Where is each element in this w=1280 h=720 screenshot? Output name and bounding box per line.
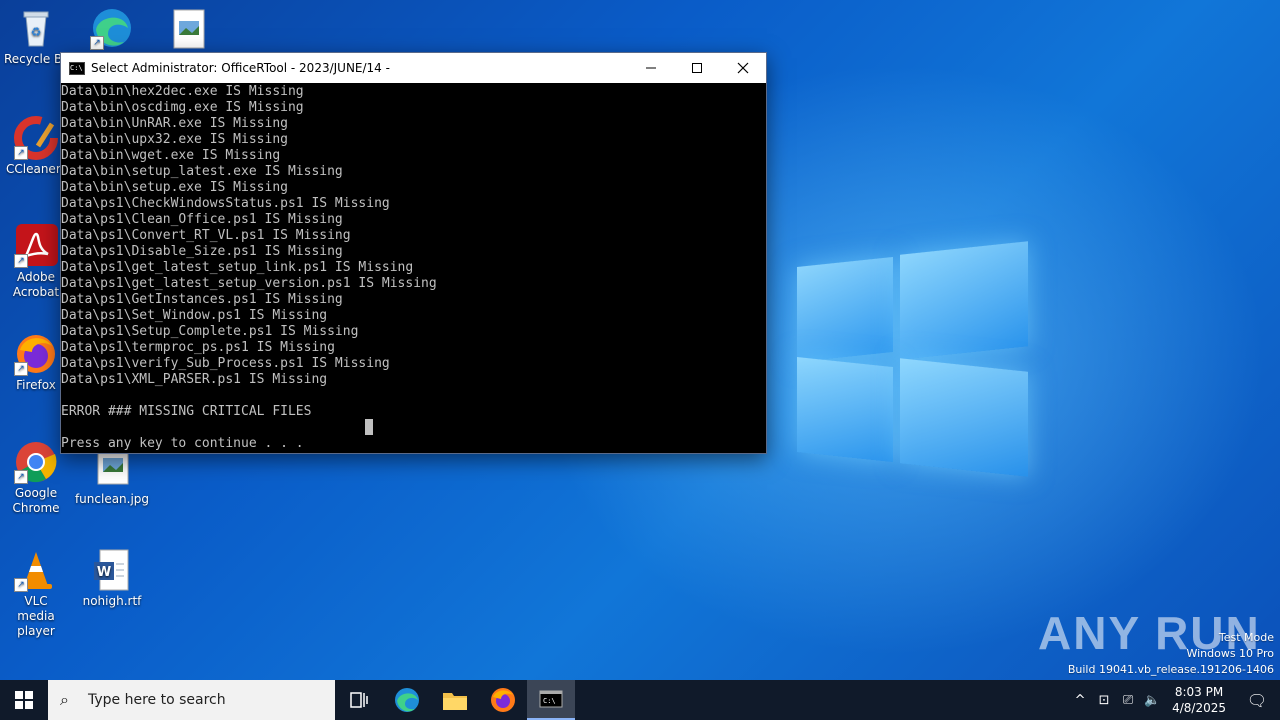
text-cursor xyxy=(365,419,373,435)
desktop-icon-label: funclean.jpg xyxy=(74,492,150,506)
console-line: Press any key to continue . . . xyxy=(61,436,304,451)
console-window[interactable]: C:\ Select Administrator: OfficeRTool - … xyxy=(60,52,767,454)
console-line: Data\bin\UnRAR.exe IS Missing xyxy=(61,116,288,131)
console-icon: C:\ xyxy=(539,690,563,708)
console-line: Data\ps1\termproc_ps.ps1 IS Missing xyxy=(61,340,335,355)
maximize-button[interactable] xyxy=(674,53,720,83)
system-watermark: Test Mode Windows 10 Pro Build 19041.vb_… xyxy=(1068,630,1274,678)
console-line: Data\bin\setup_latest.exe IS Missing xyxy=(61,164,343,179)
console-line: Data\ps1\CheckWindowsStatus.ps1 IS Missi… xyxy=(61,196,390,211)
firefox-icon: ↗ xyxy=(14,332,58,376)
console-line: Data\bin\hex2dec.exe IS Missing xyxy=(61,84,304,99)
chrome-icon: ↗ xyxy=(14,440,58,484)
window-titlebar[interactable]: C:\ Select Administrator: OfficeRTool - … xyxy=(61,53,766,83)
edge-icon xyxy=(395,688,419,712)
desktop-icon-nohigh-rtf[interactable]: W nohigh.rtf xyxy=(74,548,150,609)
console-line: Data\ps1\get_latest_setup_version.ps1 IS… xyxy=(61,276,437,291)
task-view-button[interactable] xyxy=(335,680,383,720)
taskbar-firefox-button[interactable] xyxy=(479,680,527,720)
console-output[interactable]: Data\bin\hex2dec.exe IS Missing Data\bin\… xyxy=(61,83,766,452)
shortcut-arrow-icon: ↗ xyxy=(14,470,28,484)
desktop-icon-label: Adobe Acrobat xyxy=(12,270,60,299)
desktop-icon-label: nohigh.rtf xyxy=(82,594,142,608)
close-button[interactable] xyxy=(720,53,766,83)
console-line: Data\ps1\Convert_RT_VL.ps1 IS Missing xyxy=(61,228,351,243)
console-line: Data\ps1\Disable_Size.ps1 IS Missing xyxy=(61,244,343,259)
desktop-icon-image-file[interactable] xyxy=(150,6,226,52)
recycle-bin-icon: ♻ xyxy=(14,6,58,50)
ccleaner-icon: ↗ xyxy=(14,116,58,160)
watermark-build: Build 19041.vb_release.191206-1406 xyxy=(1067,663,1274,676)
minimize-button[interactable] xyxy=(628,53,674,83)
network-icon[interactable]: ⎚ xyxy=(1116,693,1140,708)
desktop-icon-label: CCleaner xyxy=(6,162,61,176)
console-line: Data\bin\oscdimg.exe IS Missing xyxy=(61,100,304,115)
minimize-icon xyxy=(646,67,656,69)
device-icon[interactable]: ⊡ xyxy=(1092,693,1116,708)
clock[interactable]: 8:03 PM 4/8/2025 xyxy=(1164,684,1234,716)
watermark-edition: Windows 10 Pro xyxy=(1186,647,1274,660)
console-line: Data\bin\setup.exe IS Missing xyxy=(61,180,288,195)
edge-icon: ↗ xyxy=(90,6,134,50)
volume-icon[interactable]: 🔈 xyxy=(1140,693,1164,708)
start-button[interactable] xyxy=(0,680,48,720)
desktop-icon-edge[interactable]: ↗ xyxy=(74,6,150,52)
shortcut-arrow-icon: ↗ xyxy=(14,146,28,160)
console-line: Data\bin\upx32.exe IS Missing xyxy=(61,132,288,147)
taskbar-console-button[interactable]: C:\ xyxy=(527,680,575,720)
taskbar-search-box[interactable]: ⌕ Type here to search xyxy=(48,680,335,720)
shortcut-arrow-icon: ↗ xyxy=(14,362,28,376)
shortcut-arrow-icon: ↗ xyxy=(14,254,28,268)
word-document-icon: W xyxy=(90,548,134,592)
console-line: Data\ps1\get_latest_setup_link.ps1 IS Mi… xyxy=(61,260,414,275)
clock-date: 4/8/2025 xyxy=(1172,701,1226,715)
svg-text:C:\: C:\ xyxy=(543,697,556,705)
shortcut-arrow-icon: ↗ xyxy=(14,578,28,592)
watermark-test-mode: Test Mode xyxy=(1218,631,1274,644)
maximize-icon xyxy=(692,63,702,73)
console-line: Data\ps1\verify_Sub_Process.ps1 IS Missi… xyxy=(61,356,390,371)
windows-logo-wallpaper xyxy=(795,240,1030,480)
svg-text:♻: ♻ xyxy=(31,25,42,39)
console-line: Data\ps1\GetInstances.ps1 IS Missing xyxy=(61,292,343,307)
windows-start-icon xyxy=(15,691,33,709)
vlc-icon: ↗ xyxy=(14,548,58,592)
svg-text:W: W xyxy=(97,565,111,580)
desktop-icon-funclean[interactable]: funclean.jpg xyxy=(74,446,150,507)
desktop-icon-vlc[interactable]: ↗ VLC media player xyxy=(0,548,74,639)
console-line: Data\bin\wget.exe IS Missing xyxy=(61,148,281,163)
notification-center-icon[interactable]: 🗨 xyxy=(1234,691,1280,710)
show-hidden-icons-chevron-icon[interactable]: ^ xyxy=(1068,693,1092,708)
search-placeholder: Type here to search xyxy=(88,692,226,708)
close-icon xyxy=(737,62,749,74)
console-app-icon: C:\ xyxy=(69,61,85,75)
taskbar-file-explorer-button[interactable] xyxy=(431,680,479,720)
desktop-icon-label: Recycle Bin xyxy=(4,52,66,66)
console-line: Data\ps1\Setup_Complete.ps1 IS Missing xyxy=(61,324,359,339)
firefox-icon xyxy=(491,688,515,712)
console-line: Data\ps1\Clean_Office.ps1 IS Missing xyxy=(61,212,343,227)
console-line: Data\ps1\XML_PARSER.ps1 IS Missing xyxy=(61,372,328,387)
shortcut-arrow-icon: ↗ xyxy=(90,36,104,50)
task-view-icon xyxy=(350,692,368,708)
system-tray: ^ ⊡ ⎚ 🔈 8:03 PM 4/8/2025 🗨 xyxy=(1068,680,1280,720)
adobe-acrobat-icon: ↗ xyxy=(14,224,58,268)
taskbar-edge-button[interactable] xyxy=(383,680,431,720)
desktop-icon-label: VLC media player xyxy=(17,594,55,638)
console-line: Data\ps1\Set_Window.ps1 IS Missing xyxy=(61,308,328,323)
console-line: ERROR ### MISSING CRITICAL FILES xyxy=(61,404,312,419)
search-icon: ⌕ xyxy=(60,690,69,709)
window-title: Select Administrator: OfficeRTool - 2023… xyxy=(91,61,390,75)
folder-icon xyxy=(443,693,467,710)
clock-time: 8:03 PM xyxy=(1174,685,1224,699)
desktop-icon-label: Google Chrome xyxy=(12,486,60,515)
taskbar: ⌕ Type here to search C:\ ^ ⊡ ⎚ 🔈 8:03 P… xyxy=(0,680,1280,720)
image-file-icon xyxy=(166,6,210,50)
